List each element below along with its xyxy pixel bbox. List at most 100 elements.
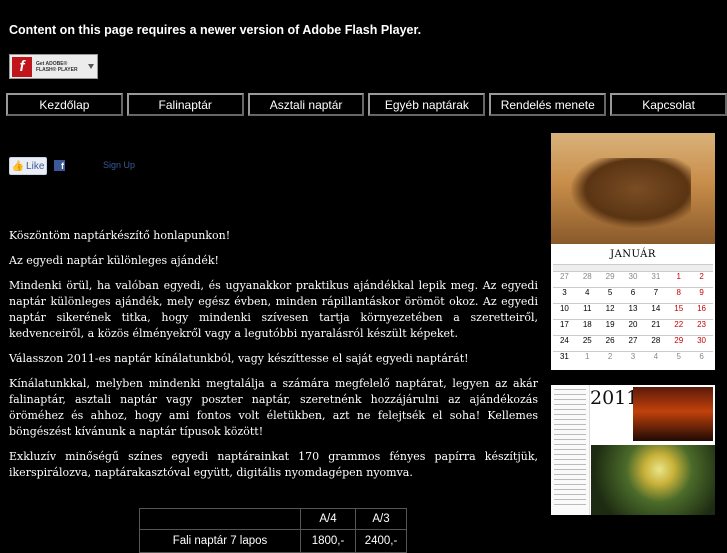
calendar-day: 26 [598, 335, 622, 351]
calendar-day: 28 [575, 271, 599, 287]
strip-line [554, 499, 586, 500]
price-header-name [139, 508, 301, 530]
price-row-name: Fali naptár 7 lapos [139, 529, 301, 553]
calendar-day: 5 [598, 287, 622, 303]
calendar-day: 13 [621, 303, 645, 319]
calendar-day: 4 [644, 351, 668, 367]
price-row-a4: 1800,- [300, 529, 356, 553]
strip-line [554, 394, 586, 395]
flowers-photo [591, 445, 715, 515]
price-header-a3: A/3 [355, 508, 407, 530]
calendar-day: 29 [598, 271, 622, 287]
calendar-day: 22 [667, 319, 691, 335]
calendar-day: 14 [644, 303, 668, 319]
thumbs-up-icon: 👍 [11, 160, 25, 172]
calendar-day: 24 [553, 335, 576, 351]
strip-line [554, 479, 586, 480]
calendar-grid: 27 28 29 30 31 1 2 3 4 5 6 7 8 9 10 11 12 13 14 15 16 17 18 19 2… [551, 264, 715, 367]
get-flash-player-button[interactable]: f Get ADOBE® FLASH® PLAYER [9, 54, 98, 79]
description-paragraph: Mindenki örül, ha valóban egyedi, és ugy… [9, 279, 538, 340]
strip-line [554, 429, 586, 430]
facebook-icon: f [54, 160, 65, 171]
sunset-photo [633, 387, 713, 441]
calendar-day: 3 [553, 287, 576, 303]
price-row-a3: 2400,- [355, 529, 407, 553]
main-content: Köszöntöm naptárkészítő honlapunkon! Az … [9, 228, 538, 490]
strip-line [554, 489, 586, 490]
wall-calendar-image[interactable]: JANUÁR 27 28 29 30 31 1 2 3 4 5 6 7 8 9 10 11 12 13 14 15 16… [551, 133, 715, 370]
nav-item-kapcsolat[interactable]: Kapcsolat [610, 93, 727, 116]
strip-line [554, 444, 586, 445]
strip-line [554, 419, 586, 420]
day-header [644, 264, 668, 271]
day-header [690, 264, 713, 271]
calendar-day: 7 [644, 287, 668, 303]
intro-paragraph: Az egyedi naptár különleges ajándék! [9, 254, 219, 267]
calendar-day: 15 [667, 303, 691, 319]
calendar-day: 16 [690, 303, 713, 319]
calendar-year: 2011 [590, 387, 639, 409]
day-header [621, 264, 645, 271]
flash-logo-icon: f [12, 56, 32, 77]
calendar-day: 2 [598, 351, 622, 367]
calendar-day: 3 [621, 351, 645, 367]
facebook-like-button[interactable]: 👍 Like [9, 157, 47, 175]
calendar-day: 30 [690, 335, 713, 351]
flash-message: Content on this page requires a newer ve… [9, 23, 422, 37]
strip-line [554, 389, 586, 390]
strip-line [554, 414, 586, 415]
quality-paragraph: Exkluzív minőségű színes egyedi naptárai… [9, 450, 538, 479]
strip-line [554, 484, 586, 485]
strip-line [554, 474, 586, 475]
offer-paragraph: Kínálatunkkal, melyben mindenki megtalál… [9, 377, 538, 438]
calendar-day: 18 [575, 319, 599, 335]
choose-paragraph: Válasszon 2011-es naptár kínálatunkból, … [9, 352, 469, 365]
day-header [553, 264, 576, 271]
calendar-day: 31 [644, 271, 668, 287]
strip-line [554, 454, 586, 455]
nav-item-falinaptar[interactable]: Falinaptár [126, 93, 244, 116]
calendar-day: 21 [644, 319, 668, 335]
day-header [575, 264, 599, 271]
nav-item-rendeles-menete[interactable]: Rendelés menete [489, 93, 607, 116]
calendar-day: 1 [667, 271, 691, 287]
camel-photo [551, 133, 715, 244]
nav-item-egyeb-naptarak[interactable]: Egyéb naptárak [368, 93, 486, 116]
strip-line [554, 399, 586, 400]
calendar-day: 4 [575, 287, 599, 303]
calendar-day: 19 [598, 319, 622, 335]
nav-item-kezdolap[interactable]: Kezdőlap [6, 93, 123, 116]
strip-line [554, 424, 586, 425]
flash-badge-line2: FLASH® PLAYER [36, 66, 78, 73]
calendar-day: 8 [667, 287, 691, 303]
strip-line [554, 409, 586, 410]
calendar-day: 30 [621, 271, 645, 287]
calendar-month: JANUÁR [610, 249, 656, 260]
price-table: A/4 A/3 Fali naptár 7 lapos 1800,- 2400,… [139, 508, 407, 553]
nav-item-asztali-naptar[interactable]: Asztali naptár [247, 93, 365, 116]
camel-shape [571, 158, 691, 228]
strip-line [554, 449, 586, 450]
main-nav: Kezdőlap Falinaptár Asztali naptár Egyéb… [6, 93, 727, 116]
strip-line [554, 434, 586, 435]
calendar-day: 6 [690, 351, 713, 367]
greeting-paragraph: Köszöntöm naptárkészítő honlapunkon! [9, 229, 231, 242]
calendar-day: 27 [621, 335, 645, 351]
day-header [667, 264, 691, 271]
signup-link[interactable]: Sign Up [103, 160, 135, 170]
calendar-strip [551, 385, 590, 515]
strip-line [554, 459, 586, 460]
strip-line [554, 439, 586, 440]
calendar-day: 31 [553, 351, 576, 367]
price-table-header: A/4 A/3 [139, 508, 407, 530]
calendar-day: 29 [667, 335, 691, 351]
calendar-day: 6 [621, 287, 645, 303]
calendar-day: 23 [690, 319, 713, 335]
strip-line [554, 504, 586, 505]
calendar-day: 27 [553, 271, 576, 287]
desk-calendar-image[interactable]: 2011 [551, 385, 715, 515]
calendar-day: 17 [553, 319, 576, 335]
calendar-day: 10 [553, 303, 576, 319]
calendar-day: 11 [575, 303, 599, 319]
calendar-day: 12 [598, 303, 622, 319]
